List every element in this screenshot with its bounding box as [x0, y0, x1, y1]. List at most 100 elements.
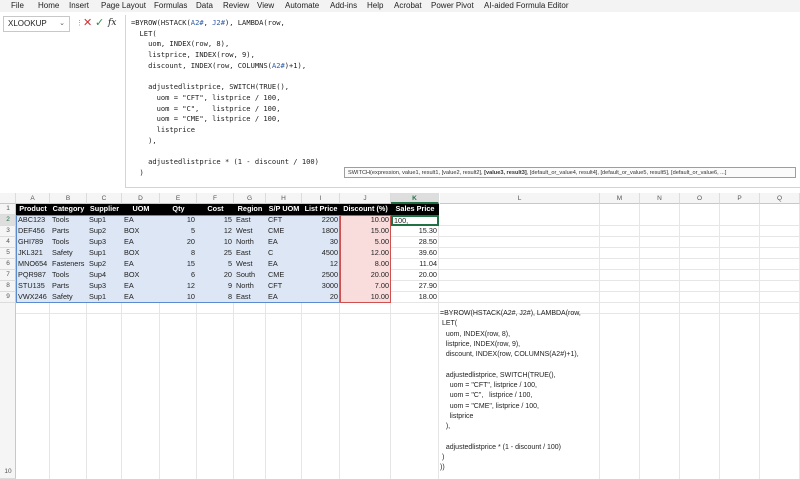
table-cell[interactable]: CME: [266, 226, 302, 237]
table-cell[interactable]: GHI789: [16, 237, 50, 248]
menu-help[interactable]: Help: [367, 0, 383, 12]
menu-page-layout[interactable]: Page Layout: [101, 0, 146, 12]
menu-acrobat[interactable]: Acrobat: [394, 0, 422, 12]
menu-formulas[interactable]: Formulas: [154, 0, 187, 12]
table-cell[interactable]: 10: [160, 215, 197, 226]
table-cell[interactable]: 20: [197, 270, 234, 281]
row-header-10[interactable]: [0, 303, 16, 479]
table-cell[interactable]: East: [234, 292, 266, 303]
header-cell[interactable]: Qty: [160, 204, 197, 215]
table-cell[interactable]: 20.00: [340, 270, 391, 281]
formula-notes-text[interactable]: =BYROW(HSTACK(A2#, J2#), LAMBDA(row, LET…: [440, 309, 581, 474]
table-cell[interactable]: Sup3: [87, 237, 122, 248]
table-cell[interactable]: Safety: [50, 248, 87, 259]
worksheet-grid[interactable]: A B C D E F G H I J K L M N O P Q 1 2 3 4 5 6 7 8 9 10 Product Categ…: [0, 193, 800, 479]
menu-power-pivot[interactable]: Power Pivot: [431, 0, 474, 12]
header-cell[interactable]: Product: [16, 204, 50, 215]
menu-add-ins[interactable]: Add-ins: [330, 0, 357, 12]
table-cell[interactable]: Tools: [50, 215, 87, 226]
table-cell[interactable]: 12: [302, 259, 340, 270]
table-cell[interactable]: 8: [197, 292, 234, 303]
table-cell[interactable]: 4500: [302, 248, 340, 259]
insert-function-icon[interactable]: fx: [108, 17, 116, 30]
table-cell[interactable]: 20: [160, 237, 197, 248]
table-cell[interactable]: EA: [122, 259, 160, 270]
header-cell[interactable]: UOM: [122, 204, 160, 215]
menu-automate[interactable]: Automate: [285, 0, 319, 12]
chevron-down-icon[interactable]: ⌄: [59, 19, 65, 27]
table-cell[interactable]: EA: [122, 281, 160, 292]
table-cell[interactable]: South: [234, 270, 266, 281]
table-cell[interactable]: EA: [122, 292, 160, 303]
table-cell[interactable]: 20: [302, 292, 340, 303]
confirm-icon[interactable]: ✓: [95, 17, 104, 30]
table-cell[interactable]: 5: [197, 259, 234, 270]
header-cell[interactable]: Region: [234, 204, 266, 215]
table-cell[interactable]: 10.00: [340, 292, 391, 303]
select-all-corner[interactable]: [0, 193, 16, 204]
table-cell[interactable]: STU135: [16, 281, 50, 292]
table-cell[interactable]: 11.04: [391, 259, 439, 270]
table-cell[interactable]: 8.00: [340, 259, 391, 270]
table-cell[interactable]: 39.60: [391, 248, 439, 259]
column-header-h[interactable]: H: [266, 193, 302, 204]
column-header-f[interactable]: F: [197, 193, 234, 204]
table-cell[interactable]: 3000: [302, 281, 340, 292]
table-cell[interactable]: 2500: [302, 270, 340, 281]
table-cell[interactable]: EA: [122, 237, 160, 248]
table-cell[interactable]: ABC123: [16, 215, 50, 226]
table-cell[interactable]: 10: [197, 237, 234, 248]
table-cell[interactable]: 27.90: [391, 281, 439, 292]
column-header-d[interactable]: D: [122, 193, 160, 204]
table-cell[interactable]: 2200: [302, 215, 340, 226]
table-cell[interactable]: 12: [197, 226, 234, 237]
column-header-l[interactable]: L: [440, 193, 600, 204]
table-cell[interactable]: Sup2: [87, 259, 122, 270]
name-box[interactable]: XLOOKUP ⌄: [3, 16, 70, 32]
header-cell[interactable]: List Price: [302, 204, 340, 215]
table-cell[interactable]: 25: [197, 248, 234, 259]
table-cell[interactable]: 20.00: [391, 270, 439, 281]
formula-bar[interactable]: =BYROW(HSTACK(A2#, J2#), LAMBDA(row, LET…: [125, 15, 800, 188]
table-cell[interactable]: Safety: [50, 292, 87, 303]
table-cell[interactable]: JKL321: [16, 248, 50, 259]
table-cell[interactable]: C: [266, 248, 302, 259]
column-header-k[interactable]: K: [391, 193, 439, 204]
column-header-c[interactable]: C: [87, 193, 122, 204]
header-cell[interactable]: Category: [50, 204, 87, 215]
table-cell[interactable]: 6: [160, 270, 197, 281]
header-cell[interactable]: Discount (%): [340, 204, 391, 215]
table-cell[interactable]: 28.50: [391, 237, 439, 248]
table-cell[interactable]: EA: [266, 237, 302, 248]
table-cell[interactable]: Sup2: [87, 226, 122, 237]
table-cell[interactable]: CME: [266, 270, 302, 281]
table-cell[interactable]: 18.00: [391, 292, 439, 303]
table-cell[interactable]: 10.00: [340, 215, 391, 226]
table-cell[interactable]: 15: [197, 215, 234, 226]
table-cell[interactable]: 5: [160, 226, 197, 237]
table-cell[interactable]: EA: [266, 292, 302, 303]
column-header-g[interactable]: G: [234, 193, 266, 204]
table-cell[interactable]: BOX: [122, 248, 160, 259]
table-cell[interactable]: Sup1: [87, 292, 122, 303]
table-cell[interactable]: Fasteners: [50, 259, 87, 270]
menu-ai-aided-formula-editor[interactable]: AI-aided Formula Editor: [484, 0, 568, 12]
table-cell[interactable]: Parts: [50, 226, 87, 237]
menu-home[interactable]: Home: [38, 0, 59, 12]
column-header-b[interactable]: B: [50, 193, 87, 204]
table-cell[interactable]: North: [234, 281, 266, 292]
table-cell[interactable]: 8: [160, 248, 197, 259]
table-cell[interactable]: 5.00: [340, 237, 391, 248]
menu-review[interactable]: Review: [223, 0, 249, 12]
column-header-q[interactable]: Q: [760, 193, 800, 204]
table-cell[interactable]: 12.00: [340, 248, 391, 259]
cancel-icon[interactable]: ✕: [83, 17, 92, 30]
header-cell[interactable]: S/P UOM: [266, 204, 302, 215]
table-cell[interactable]: 30: [302, 237, 340, 248]
column-header-p[interactable]: P: [720, 193, 760, 204]
menu-view[interactable]: View: [257, 0, 274, 12]
table-cell[interactable]: CFT: [266, 215, 302, 226]
table-cell[interactable]: 15.30: [391, 226, 439, 237]
column-header-a[interactable]: A: [16, 193, 50, 204]
table-cell[interactable]: VWX246: [16, 292, 50, 303]
